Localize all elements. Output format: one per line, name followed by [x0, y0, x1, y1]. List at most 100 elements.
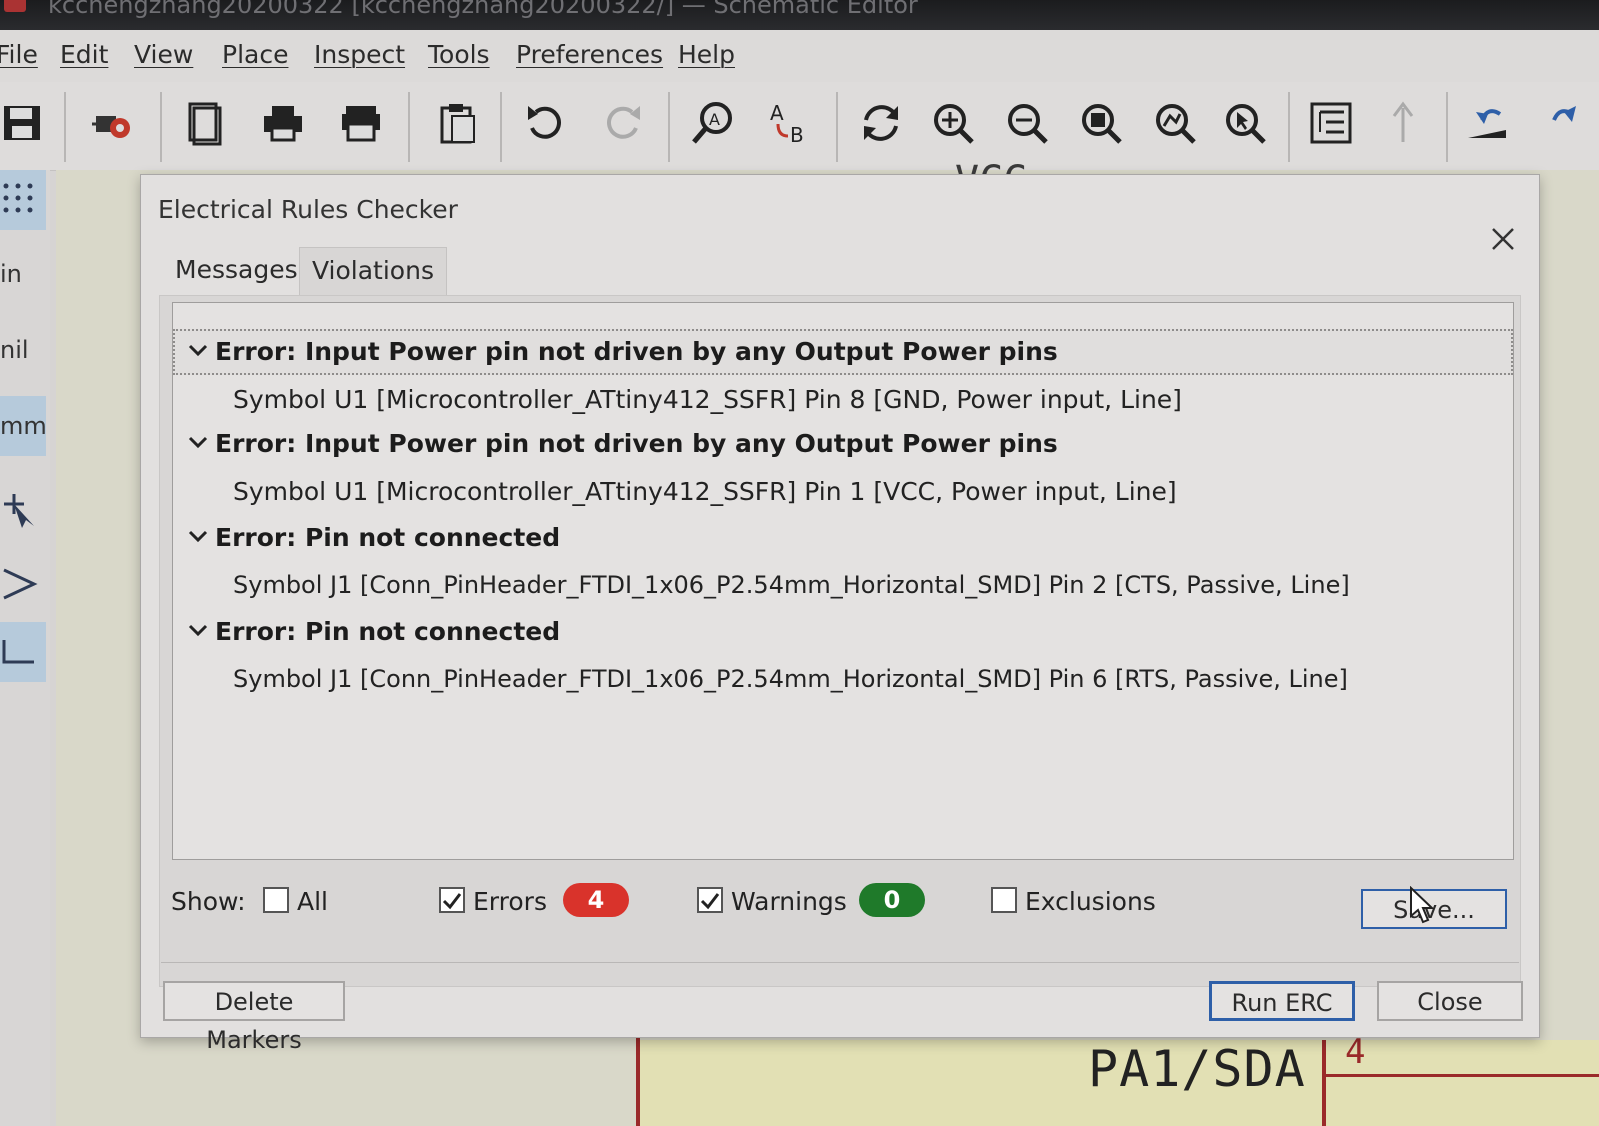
warnings-count-badge: 0: [859, 883, 925, 917]
chevron-down-icon[interactable]: [185, 523, 211, 549]
find-replace-icon[interactable]: AB: [760, 92, 818, 154]
violation-detail-row[interactable]: Symbol J1 [Conn_PinHeader_FTDI_1x06_P2.5…: [173, 563, 1513, 609]
erc-dialog: Electrical Rules Checker Messages Violat…: [140, 174, 1540, 1054]
redo-icon[interactable]: [594, 92, 652, 154]
plot-icon[interactable]: [332, 92, 390, 154]
units-mils-label: nil: [0, 336, 29, 364]
show-label: Show:: [171, 887, 246, 916]
violation-detail-row[interactable]: Symbol U1 [Microcontroller_ATtiny412_SSF…: [173, 469, 1513, 515]
errors-count-badge: 4: [563, 883, 629, 917]
units-mm-label: mm: [0, 412, 47, 440]
violation-title: Error: Input Power pin not driven by any…: [215, 337, 1058, 366]
checkmark-icon: [700, 893, 720, 910]
window-title-bar: kccnengznang20200322 [kccnengznang202003…: [0, 0, 1599, 30]
exclusions-checkbox[interactable]: [991, 887, 1017, 913]
chevron-down-icon[interactable]: [185, 429, 211, 455]
save-icon[interactable]: [0, 92, 52, 154]
toolbar-separator: [1446, 92, 1448, 162]
zoom-selection-icon[interactable]: [1216, 92, 1274, 154]
violation-detail: Symbol J1 [Conn_PinHeader_FTDI_1x06_P2.5…: [233, 571, 1350, 599]
pin-line: [1322, 1040, 1326, 1126]
units-inches-button[interactable]: in: [0, 244, 46, 304]
toolbar-separator: [500, 92, 502, 162]
menu-bar: File Edit View Place Inspect Tools Prefe…: [0, 30, 1599, 82]
zoom-in-icon[interactable]: [924, 92, 982, 154]
find-icon[interactable]: A: [684, 92, 742, 154]
pin-number: 4: [1345, 1032, 1366, 1072]
zoom-objects-icon[interactable]: [1146, 92, 1204, 154]
page-settings-icon[interactable]: [176, 92, 234, 154]
toolbar-separator: [408, 92, 410, 162]
toolbar-separator: [64, 92, 66, 162]
tab-violations[interactable]: Violations: [299, 247, 447, 298]
menu-preferences[interactable]: Preferences: [516, 40, 663, 69]
menu-tools[interactable]: Tools: [428, 40, 490, 69]
units-mils-button[interactable]: nil: [0, 320, 46, 380]
tab-messages[interactable]: Messages: [163, 247, 310, 297]
mouse-cursor-icon: [1410, 886, 1435, 924]
refresh-icon[interactable]: [852, 92, 910, 154]
close-icon[interactable]: [1487, 223, 1519, 255]
pin-label-pa1-sda: PA1/SDA: [1088, 1040, 1306, 1098]
violation-detail-row[interactable]: Symbol J1 [Conn_PinHeader_FTDI_1x06_P2.5…: [173, 657, 1513, 703]
line-mode-icon[interactable]: [0, 622, 46, 682]
zoom-fit-icon[interactable]: [1072, 92, 1130, 154]
menu-place[interactable]: Place: [222, 40, 288, 69]
errors-checkbox[interactable]: [439, 887, 465, 913]
violations-list[interactable]: Error: Input Power pin not driven by any…: [172, 302, 1514, 860]
svg-text:B: B: [790, 123, 804, 147]
violation-row[interactable]: Error: Input Power pin not driven by any…: [173, 421, 1513, 467]
rotate-cw-icon[interactable]: [1530, 92, 1588, 154]
violation-row[interactable]: Error: Pin not connected: [173, 515, 1513, 561]
all-label: All: [297, 887, 328, 916]
exclusions-label: Exclusions: [1025, 887, 1156, 916]
toolbar-separator: [836, 92, 838, 162]
checkmark-icon: [442, 893, 462, 910]
violation-title: Error: Input Power pin not driven by any…: [215, 429, 1058, 458]
toolbar-separator: [668, 92, 670, 162]
menu-help[interactable]: Help: [678, 40, 735, 69]
violation-detail: Symbol U1 [Microcontroller_ATtiny412_SSF…: [233, 477, 1177, 506]
toolbar-separator: [1288, 92, 1290, 162]
schematic-setup-icon[interactable]: [84, 92, 142, 154]
cursor-style-icon[interactable]: [0, 482, 46, 542]
zoom-out-icon[interactable]: [998, 92, 1056, 154]
menu-file[interactable]: File: [0, 40, 38, 69]
violation-title: Error: Pin not connected: [215, 523, 561, 552]
violation-title: Error: Pin not connected: [215, 617, 561, 646]
symbol-outline: [636, 1038, 640, 1126]
hierarchy-navigator-icon[interactable]: [1302, 92, 1360, 154]
violation-detail: Symbol U1 [Microcontroller_ATtiny412_SSF…: [233, 385, 1182, 414]
units-mm-button[interactable]: mm: [0, 396, 47, 456]
divider: [161, 962, 1519, 963]
menu-view[interactable]: View: [134, 40, 193, 69]
menu-edit[interactable]: Edit: [60, 40, 108, 69]
all-checkbox[interactable]: [263, 887, 289, 913]
window-title: kccnengznang20200322 [kccnengznang202003…: [48, 0, 918, 19]
app-icon: [4, 0, 26, 12]
dialog-title: Electrical Rules Checker: [158, 195, 458, 224]
warnings-checkbox[interactable]: [697, 887, 723, 913]
chevron-down-icon[interactable]: [185, 337, 211, 363]
svg-text:A: A: [709, 110, 720, 129]
delete-markers-button[interactable]: Delete Markers: [163, 981, 345, 1054]
close-button[interactable]: Close: [1377, 981, 1523, 1021]
violation-detail-row[interactable]: Symbol U1 [Microcontroller_ATtiny412_SSF…: [173, 377, 1513, 423]
paste-icon[interactable]: [428, 92, 486, 154]
violation-row[interactable]: Error: Input Power pin not driven by any…: [173, 329, 1513, 375]
hidden-pins-icon[interactable]: [0, 552, 46, 612]
rotate-ccw-icon[interactable]: [1458, 92, 1516, 154]
errors-label: Errors: [473, 887, 547, 916]
leave-sheet-icon[interactable]: [1374, 92, 1432, 154]
print-icon[interactable]: [254, 92, 312, 154]
menu-inspect[interactable]: Inspect: [314, 40, 405, 69]
chevron-down-icon[interactable]: [185, 617, 211, 643]
grid-toggle-icon[interactable]: [0, 170, 46, 230]
pin-wire: [1324, 1074, 1599, 1077]
main-toolbar: A AB: [0, 82, 1599, 171]
undo-icon[interactable]: [516, 92, 574, 154]
violation-row[interactable]: Error: Pin not connected: [173, 609, 1513, 655]
run-erc-button[interactable]: Run ERC: [1209, 981, 1355, 1021]
units-inches-label: in: [0, 260, 22, 288]
left-toolbar: in nil mm: [0, 170, 50, 1126]
